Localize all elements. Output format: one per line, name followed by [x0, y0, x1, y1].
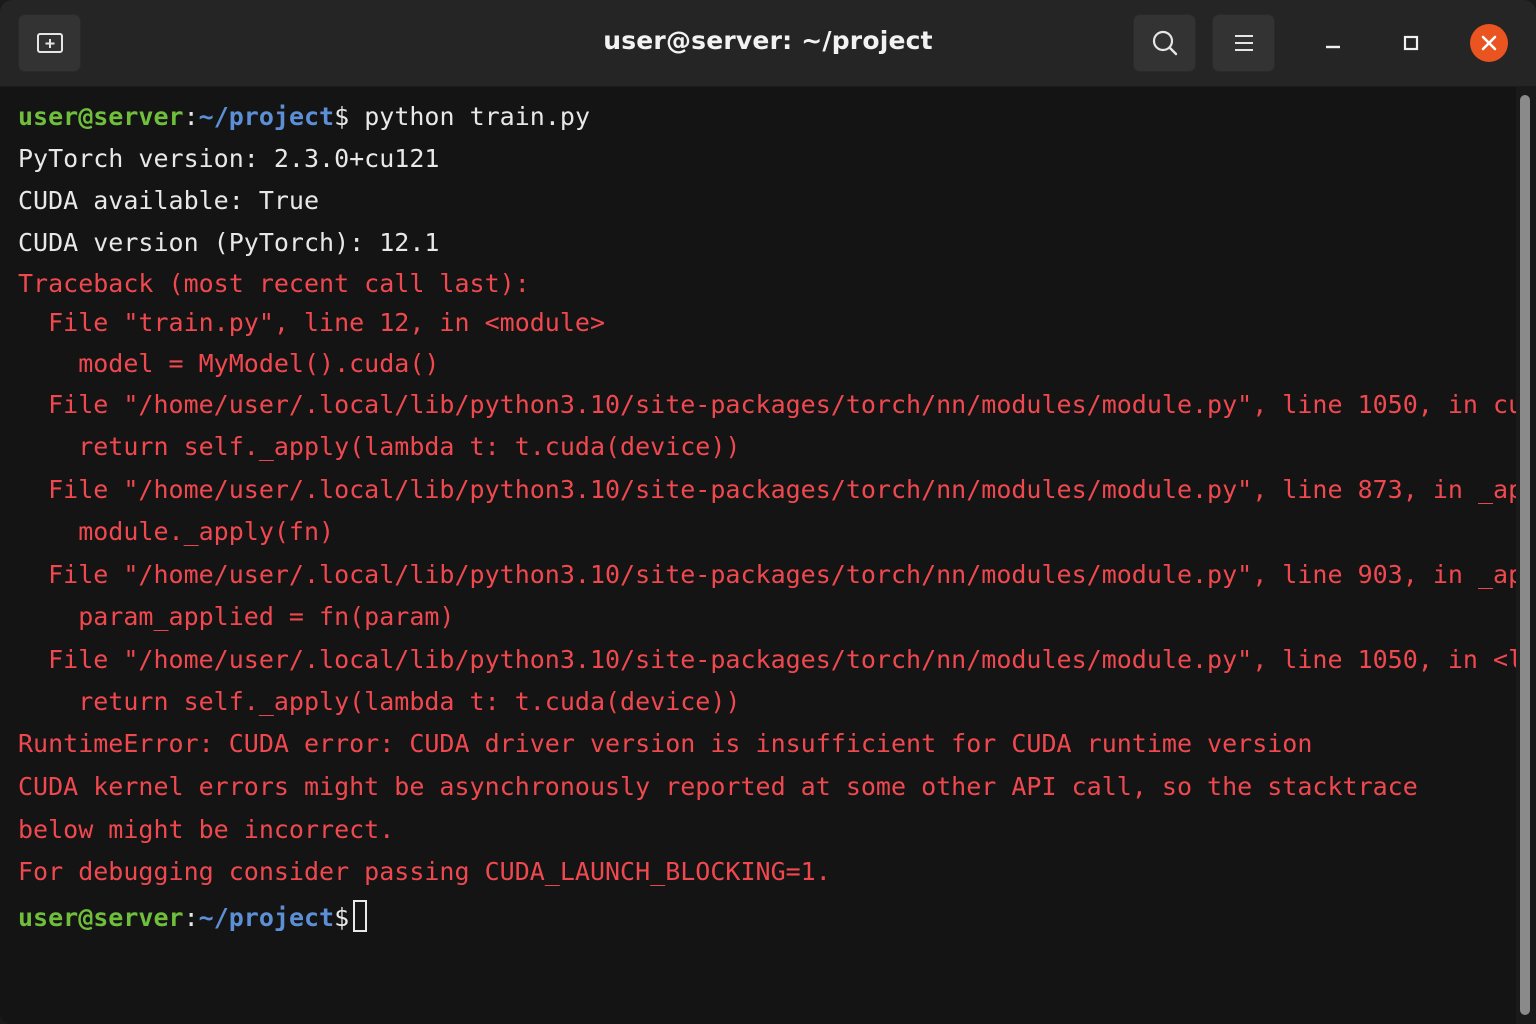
output-line: CUDA version (PyTorch): 12.1	[18, 228, 440, 257]
search-button[interactable]	[1133, 14, 1196, 72]
close-button[interactable]	[1470, 24, 1508, 62]
prompt-colon: :	[183, 102, 199, 131]
prompt-path: ~/project	[198, 903, 335, 932]
prompt-colon: :	[183, 903, 199, 932]
close-icon	[1481, 35, 1497, 51]
minimize-button[interactable]	[1314, 24, 1352, 62]
error-line: RuntimeError: CUDA error: CUDA driver ve…	[18, 729, 1313, 758]
traceback-line: File "/home/user/.local/lib/python3.10/s…	[18, 645, 1536, 674]
error-line: CUDA kernel errors might be asynchronous…	[18, 772, 1418, 801]
terminal-output[interactable]: user@server:~/project$ python train.py P…	[0, 87, 1536, 1024]
prompt-dollar: $	[334, 903, 350, 932]
scrollbar-thumb[interactable]	[1520, 95, 1530, 1015]
traceback-line: param_applied = fn(param)	[18, 602, 455, 631]
output-line: PyTorch version: 2.3.0+cu121	[18, 144, 440, 173]
output-line: CUDA available: True	[18, 186, 320, 215]
menu-button[interactable]	[1212, 14, 1275, 72]
window-title: user@server: ~/project	[603, 26, 933, 55]
traceback-line: model = MyModel().cuda()	[18, 349, 440, 378]
minimize-icon	[1326, 45, 1340, 49]
traceback-header: Traceback (most recent call last):	[18, 269, 530, 298]
title-bar[interactable]: user@server: ~/project	[0, 0, 1536, 87]
prompt-dollar: $	[334, 102, 350, 131]
prompt-user-host: user@server	[18, 102, 184, 131]
prompt-user-host: user@server	[18, 903, 184, 932]
maximize-icon	[1403, 35, 1419, 51]
prompt-path: ~/project	[198, 102, 335, 131]
traceback-line: return self._apply(lambda t: t.cuda(devi…	[18, 432, 741, 461]
traceback-line: File "/home/user/.local/lib/python3.10/s…	[18, 560, 1536, 589]
traceback-line: File "train.py", line 12, in <module>	[18, 308, 605, 337]
traceback-line: module._apply(fn)	[18, 517, 335, 546]
traceback-line: return self._apply(lambda t: t.cuda(devi…	[18, 687, 741, 716]
command-line: user@server:~/project$ python train.py	[18, 102, 590, 132]
error-line: below might be incorrect.	[18, 815, 395, 844]
command-text: python train.py	[349, 102, 590, 131]
active-prompt-line[interactable]: user@server:~/project$	[18, 900, 368, 933]
error-line: For debugging consider passing CUDA_LAUN…	[18, 857, 831, 886]
hamburger-menu-icon	[1234, 35, 1253, 51]
terminal-window: user@server: ~/project user@server:~/pro…	[0, 0, 1536, 1024]
scrollbar[interactable]	[1516, 87, 1536, 1024]
search-icon	[1152, 30, 1177, 56]
traceback-line: File "/home/user/.local/lib/python3.10/s…	[18, 390, 1536, 419]
traceback-line: File "/home/user/.local/lib/python3.10/s…	[18, 475, 1536, 504]
maximize-button[interactable]	[1392, 24, 1430, 62]
text-cursor	[353, 900, 368, 932]
